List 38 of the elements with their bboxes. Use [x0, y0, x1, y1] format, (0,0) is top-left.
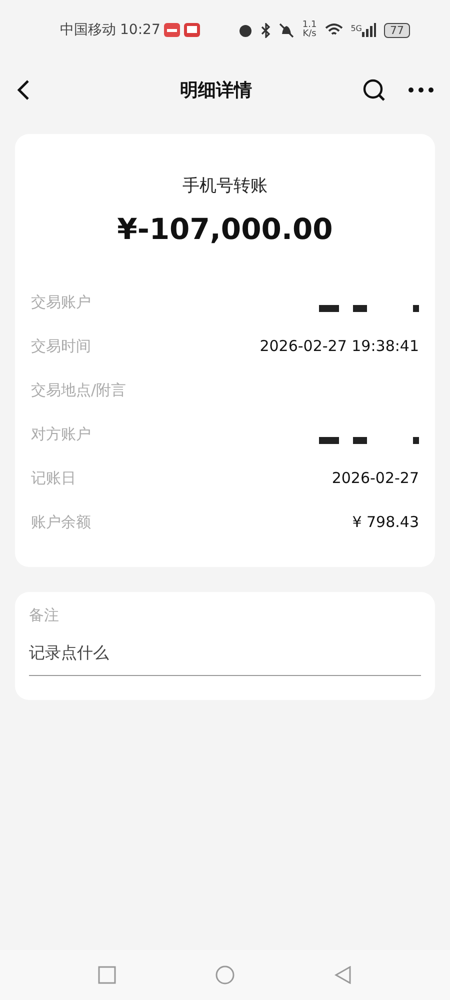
detail-label: 交易时间	[31, 336, 91, 357]
bluetooth-icon	[261, 22, 272, 38]
app-notification-icon	[184, 23, 200, 37]
transfer-type: 手机号转账	[182, 175, 268, 198]
back-triangle-icon[interactable]	[334, 966, 352, 984]
network-speed: 1.1	[302, 21, 317, 30]
detail-value: 2026-02-27 19:38:41	[260, 336, 419, 357]
detail-label: 对方账户	[31, 424, 91, 445]
carrier-name: 中国移动	[60, 20, 116, 40]
search-icon[interactable]	[362, 78, 386, 102]
detail-label: 账户余额	[31, 512, 91, 533]
network-type: 5G	[350, 23, 362, 35]
redaction-mark	[413, 305, 419, 312]
app-notification-icon	[164, 23, 180, 37]
detail-label: 记账日	[31, 468, 76, 489]
redaction-mark	[319, 437, 339, 444]
mute-icon	[279, 22, 294, 38]
detail-label: 交易地点/附言	[31, 380, 126, 401]
page-title: 明细详情	[179, 78, 253, 102]
square-icon[interactable]	[98, 966, 116, 984]
redaction-mark	[353, 305, 367, 312]
transaction-amount: ¥-107,000.00	[116, 210, 334, 248]
redaction-mark	[319, 305, 339, 312]
redaction-mark	[353, 437, 367, 444]
signal-icon	[362, 23, 376, 37]
more-icon[interactable]	[408, 87, 434, 93]
back-icon[interactable]	[16, 79, 30, 101]
detail-label: 交易账户	[31, 292, 91, 313]
detail-value: ¥ 798.43	[352, 512, 419, 533]
wifi-icon	[324, 23, 343, 37]
note-field[interactable]: 备注 记录点什么	[15, 592, 435, 700]
circle-icon[interactable]	[214, 965, 235, 985]
battery-level: 77	[384, 22, 410, 38]
detail-value: 2026-02-27	[332, 468, 419, 489]
note-label: 备注	[29, 605, 60, 626]
clock-time: 10:27	[120, 20, 160, 40]
redaction-mark	[413, 437, 419, 444]
network-speed: K/s	[302, 30, 317, 39]
